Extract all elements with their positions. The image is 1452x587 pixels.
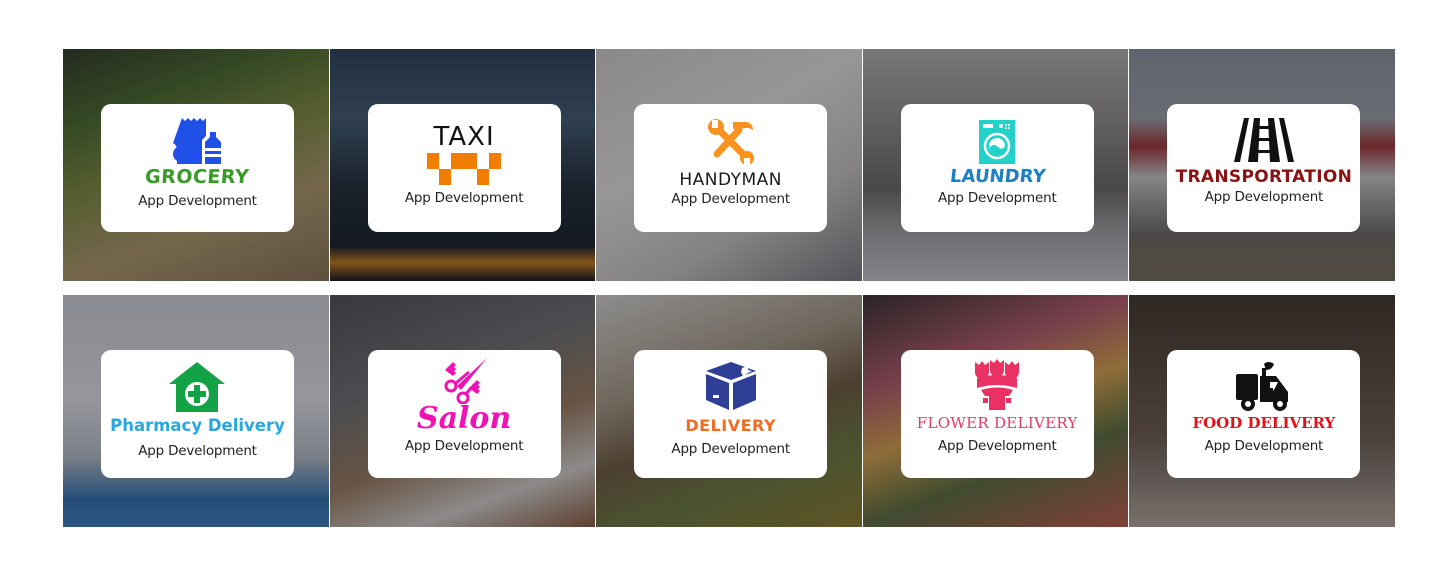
transportation-logo: TRANSPORTATION [1176, 118, 1352, 186]
tile-food[interactable]: FOOD DELIVERY App Development [1129, 295, 1395, 527]
tile-handyman[interactable]: HANDYMAN App Development [596, 49, 862, 281]
flower-bouquet-icon [975, 359, 1020, 410]
transportation-brand-label: TRANSPORTATION [1175, 167, 1353, 187]
transportation-card[interactable]: TRANSPORTATION App Development [1167, 104, 1361, 232]
flower-logo: FLOWER DELIVERY [917, 358, 1078, 431]
taxi-brand-label: TAXI [433, 122, 495, 152]
grocery-logo: GROCERY [144, 116, 251, 188]
scissors-comb-icon [444, 358, 488, 404]
delivery-subtitle: App Development [671, 441, 790, 457]
road-icon [1233, 118, 1294, 162]
food-logo: FOOD DELIVERY [1192, 360, 1335, 431]
handyman-card[interactable]: HANDYMAN App Development [634, 104, 828, 232]
tile-salon[interactable]: Salon App Development [329, 295, 596, 527]
taxi-subtitle: App Development [404, 190, 524, 206]
food-brand-label: FOOD DELIVERY [1192, 414, 1336, 432]
salon-brand-label: Salon [416, 401, 512, 436]
washing-machine-icon [979, 120, 1016, 164]
flower-brand-label: FLOWER DELIVERY [916, 414, 1078, 432]
tile-transportation[interactable]: TRANSPORTATION App Development [1129, 49, 1395, 281]
food-subtitle: App Development [1204, 438, 1324, 454]
grocery-subtitle: App Development [138, 193, 257, 209]
handyman-brand-label: HANDYMAN [679, 170, 783, 190]
tile-delivery[interactable]: DELIVERY App Development [596, 295, 862, 527]
pharmacy-card[interactable]: Pharmacy Delivery App Development [101, 350, 294, 478]
salon-logo: Salon [417, 358, 511, 434]
flower-card[interactable]: FLOWER DELIVERY App Development [900, 350, 1094, 478]
tile-taxi[interactable]: TAXI App Development [329, 49, 596, 281]
pharmacy-house-cross-icon [169, 362, 226, 412]
grocery-card[interactable]: GROCERY App Development [101, 104, 294, 232]
app-category-grid: GROCERY App Development TAXI App Develop… [63, 49, 1395, 527]
delivery-brand-label: DELIVERY [685, 416, 777, 435]
food-card[interactable]: FOOD DELIVERY App Development [1167, 350, 1361, 478]
pharmacy-subtitle: App Development [138, 442, 257, 459]
handyman-logo: HANDYMAN [679, 118, 782, 189]
taxi-logo: TAXI [427, 122, 502, 185]
tile-grocery[interactable]: GROCERY App Development [63, 49, 329, 281]
flower-subtitle: App Development [938, 438, 1057, 454]
delivery-logo: DELIVERY [685, 362, 776, 434]
handyman-subtitle: App Development [671, 191, 790, 207]
tile-laundry[interactable]: LAUNDRY App Development [862, 49, 1129, 281]
laundry-subtitle: App Development [938, 190, 1057, 206]
delivery-card[interactable]: DELIVERY App Development [634, 350, 828, 478]
transportation-subtitle: App Development [1204, 189, 1324, 205]
taxi-checker-icon [427, 153, 502, 185]
salon-card[interactable]: Salon App Development [367, 350, 561, 478]
package-box-icon [705, 362, 756, 410]
pharmacy-brand-label: Pharmacy Delivery [110, 416, 285, 435]
grocery-bag-icon [172, 118, 221, 164]
tile-flower[interactable]: FLOWER DELIVERY App Development [862, 295, 1129, 527]
salon-subtitle: App Development [404, 438, 524, 454]
tile-pharmacy[interactable]: Pharmacy Delivery App Development [63, 295, 329, 527]
grocery-brand-label: GROCERY [144, 166, 251, 188]
laundry-logo: LAUNDRY [948, 120, 1047, 187]
delivery-scooter-icon [1235, 362, 1288, 411]
laundry-card[interactable]: LAUNDRY App Development [900, 104, 1094, 232]
laundry-brand-label: LAUNDRY [948, 166, 1047, 187]
taxi-card[interactable]: TAXI App Development [367, 104, 561, 232]
wrench-hammer-icon [707, 119, 754, 164]
pharmacy-logo: Pharmacy Delivery [110, 362, 285, 435]
